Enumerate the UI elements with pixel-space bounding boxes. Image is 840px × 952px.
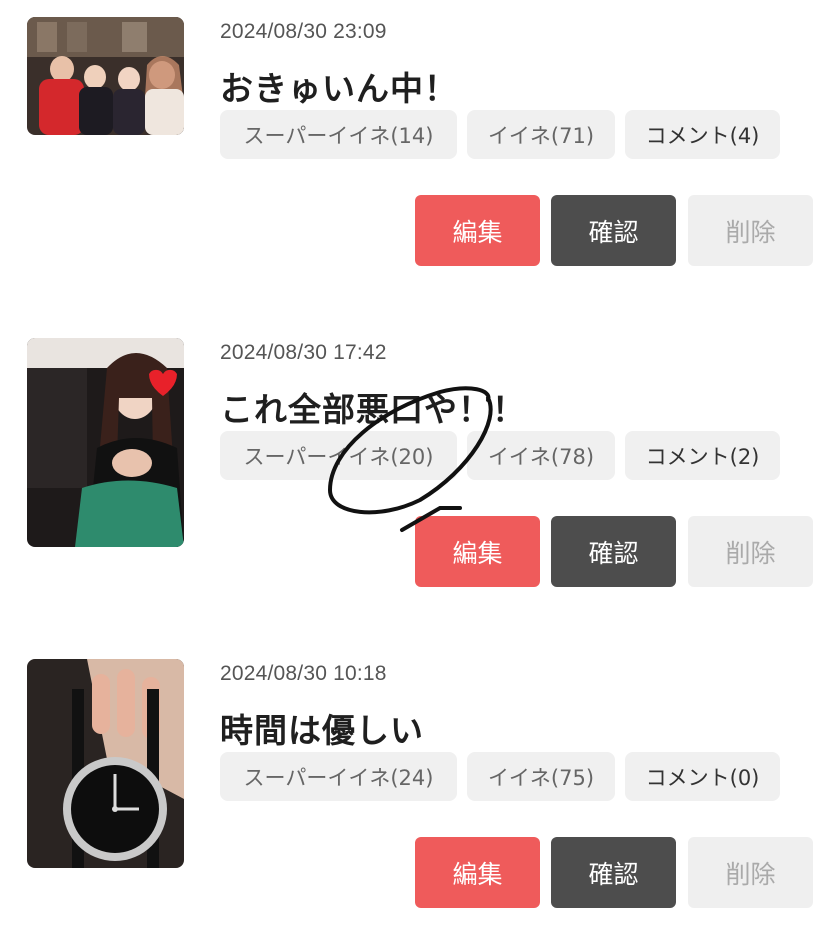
post-date: 2024/08/30 10:18 — [220, 662, 387, 685]
post-item-3: 2024/08/30 10:18 時間は優しい スーパーイイネ(24) イイネ(… — [0, 642, 840, 942]
comment-count[interactable]: コメント(0) — [625, 752, 780, 801]
super-like-count[interactable]: スーパーイイネ(24) — [220, 752, 457, 801]
confirm-button[interactable]: 確認 — [551, 195, 676, 266]
comment-count[interactable]: コメント(2) — [625, 431, 780, 480]
edit-button[interactable]: 編集 — [415, 837, 540, 908]
post-thumbnail-3[interactable] — [27, 659, 184, 868]
post-item-2: 2024/08/30 17:42 これ全部悪口や！！ スーパーイイネ(20) イ… — [0, 321, 840, 621]
like-count[interactable]: イイネ(71) — [467, 110, 615, 159]
confirm-button[interactable]: 確認 — [551, 837, 676, 908]
confirm-button[interactable]: 確認 — [551, 516, 676, 587]
post-date: 2024/08/30 23:09 — [220, 20, 387, 43]
post-thumbnail-1[interactable] — [27, 17, 184, 135]
super-like-count[interactable]: スーパーイイネ(14) — [220, 110, 457, 159]
edit-button[interactable]: 編集 — [415, 516, 540, 587]
post-item-1: 2024/08/30 23:09 おきゅいん中！ スーパーイイネ(14) イイネ… — [0, 0, 840, 300]
comment-count[interactable]: コメント(4) — [625, 110, 780, 159]
post-title[interactable]: これ全部悪口や！！ — [220, 383, 526, 431]
like-count[interactable]: イイネ(78) — [467, 431, 615, 480]
post-thumbnail-2[interactable] — [27, 338, 184, 547]
post-title[interactable]: 時間は優しい — [220, 704, 424, 752]
delete-button[interactable]: 削除 — [688, 837, 813, 908]
like-count[interactable]: イイネ(75) — [467, 752, 615, 801]
post-title[interactable]: おきゅいん中！ — [220, 62, 458, 110]
delete-button[interactable]: 削除 — [688, 195, 813, 266]
post-date: 2024/08/30 17:42 — [220, 341, 387, 364]
edit-button[interactable]: 編集 — [415, 195, 540, 266]
super-like-count[interactable]: スーパーイイネ(20) — [220, 431, 457, 480]
delete-button[interactable]: 削除 — [688, 516, 813, 587]
